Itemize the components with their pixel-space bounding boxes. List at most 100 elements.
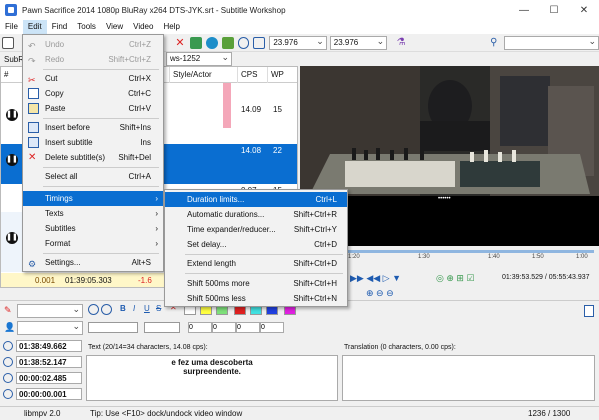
- maximize-button[interactable]: ☐: [539, 0, 569, 20]
- menu-item-cut[interactable]: ✂ Cut Ctrl+X: [23, 71, 163, 86]
- menu-tools[interactable]: Tools: [72, 20, 101, 34]
- clock-icon: [3, 356, 13, 367]
- wp-cell: 22: [273, 146, 282, 155]
- align-buttons[interactable]: [88, 322, 138, 333]
- underline-button[interactable]: U: [144, 304, 150, 313]
- wave-icon[interactable]: [221, 36, 234, 49]
- menu-item-subtitles[interactable]: Subtitles ›: [23, 221, 163, 236]
- nav-next-icon[interactable]: [101, 304, 112, 315]
- flask-icon[interactable]: ⚗: [395, 37, 407, 49]
- menu-item-texts[interactable]: Texts ›: [23, 206, 163, 221]
- edit-panel: ✎ 👤 B I U S ✕ 01:38:49.662 01:38:52.147 …: [0, 300, 599, 406]
- clock-icon: [3, 340, 13, 351]
- duration-value[interactable]: 00:00:02.485: [16, 371, 82, 384]
- menu-item-insert-before[interactable]: Insert before Shift+Ins: [23, 120, 163, 135]
- grid-header-cps[interactable]: CPS: [237, 67, 267, 83]
- new-file-icon[interactable]: [2, 36, 14, 49]
- menu-item-copy[interactable]: Copy Ctrl+C: [23, 86, 163, 101]
- numeric-field[interactable]: [260, 322, 284, 333]
- menu-item-automatic-durations[interactable]: Automatic durations... Shift+Ctrl+R: [165, 207, 347, 222]
- end-time-field[interactable]: 01:38:52.147: [3, 355, 85, 368]
- user-icon[interactable]: 👤: [4, 322, 15, 332]
- clipboard-icon[interactable]: [584, 305, 594, 317]
- menu-video[interactable]: Video: [128, 20, 158, 34]
- subtitle-line-1: e fez uma descoberta: [171, 358, 253, 367]
- menu-item-delete-subtitle[interactable]: ✕ Delete subtitle(s) Shift+Del: [23, 150, 163, 165]
- pause-value[interactable]: 00:00:00.001: [16, 387, 82, 400]
- minimize-button[interactable]: —: [509, 0, 539, 20]
- video-position: 01:39:53.529 / 05:55:43.937: [502, 274, 590, 281]
- timer-icon[interactable]: [237, 36, 250, 49]
- title-bar: Pawn Sacrifice 2014 1080p BluRay x264 DT…: [0, 0, 599, 20]
- strike-button[interactable]: S: [156, 304, 161, 313]
- sync-icon[interactable]: [253, 36, 266, 49]
- nav-prev-icon[interactable]: [88, 304, 99, 315]
- menu-find[interactable]: Find: [47, 20, 73, 34]
- submenu-arrow-icon: ›: [155, 209, 158, 218]
- waveform-icon[interactable]: [205, 36, 218, 49]
- grid-header-style[interactable]: Style/Actor: [169, 67, 223, 83]
- grid-header-num[interactable]: #: [1, 67, 23, 83]
- fps-output-combo[interactable]: 23.976: [329, 35, 388, 50]
- menu-edit[interactable]: Edit: [22, 20, 47, 34]
- sync-buttons[interactable]: ◎ ⊕ ⊞ ☑: [436, 273, 475, 284]
- pen-icon[interactable]: ✎: [4, 305, 14, 315]
- start-time-value[interactable]: 01:38:49.662: [16, 339, 82, 352]
- position-buttons[interactable]: [144, 322, 180, 333]
- timeline-label: 1:50: [532, 254, 544, 260]
- menu-file[interactable]: File: [0, 20, 23, 34]
- menu-bar: File Edit Find Tools View Video Help: [0, 20, 599, 34]
- menu-item-select-all[interactable]: Select all Ctrl+A: [23, 169, 163, 184]
- menu-item-undo[interactable]: ↶ Undo Ctrl+Z: [23, 37, 163, 52]
- close-button[interactable]: ✕: [569, 0, 599, 20]
- numeric-field[interactable]: [188, 322, 212, 333]
- end-time-value[interactable]: 01:38:52.147: [16, 355, 82, 368]
- menu-item-insert-subtitle[interactable]: Insert subtitle Ins: [23, 135, 163, 150]
- style-combo[interactable]: [17, 303, 83, 318]
- bold-button[interactable]: B: [120, 304, 126, 313]
- format-combo[interactable]: SubR: [4, 55, 24, 64]
- fps-input-combo[interactable]: 23.976: [269, 35, 327, 50]
- cps-cell: 14.08: [241, 146, 262, 155]
- italic-button[interactable]: I: [133, 304, 135, 313]
- redo-icon: ↷: [28, 56, 36, 66]
- menu-item-timings[interactable]: Timings ›: [23, 191, 163, 206]
- menu-item-extend-length[interactable]: Extend length Shift+Ctrl+D: [165, 256, 347, 271]
- status-bar: libmpv 2.0 Tip: Use <F10> dock/undock vi…: [0, 406, 599, 420]
- playback-buttons[interactable]: ▶▶ ◀◀ ▷ ▼: [350, 273, 401, 284]
- actor-combo[interactable]: [17, 320, 83, 335]
- delete-icon[interactable]: ✕: [174, 37, 186, 49]
- menu-item-settings[interactable]: ⚙ Settings... Alt+S: [23, 255, 163, 270]
- menu-item-format[interactable]: Format ›: [23, 236, 163, 251]
- video-seek-dots: ••••••: [438, 196, 451, 202]
- menu-item-shift-less[interactable]: Shift 500ms less Shift+Ctrl+N: [165, 291, 347, 306]
- text-label: Text (20/14=34 characters, 14.08 cps):: [88, 344, 208, 351]
- menu-view[interactable]: View: [101, 20, 128, 34]
- menu-item-duration-limits[interactable]: Duration limits... Ctrl+L: [165, 192, 347, 207]
- numeric-field[interactable]: [212, 322, 236, 333]
- translation-text-area[interactable]: [342, 355, 595, 401]
- status-count: 1236 / 1300: [528, 409, 571, 418]
- menu-item-redo[interactable]: ↷ Redo Shift+Ctrl+Z: [23, 52, 163, 67]
- window-title: Pawn Sacrifice 2014 1080p BluRay x264 DT…: [22, 5, 286, 15]
- duration-field[interactable]: 00:00:02.485: [3, 371, 85, 384]
- submenu-arrow-icon: ›: [155, 194, 158, 203]
- subtitle-text-area[interactable]: e fez uma descoberta surpreendente.: [86, 355, 338, 401]
- menu-help[interactable]: Help: [158, 20, 184, 34]
- numeric-field[interactable]: [236, 322, 260, 333]
- encoding-combo[interactable]: ws-1252: [166, 51, 232, 66]
- grid-header-wp[interactable]: WP: [267, 67, 297, 83]
- pause-field[interactable]: 00:00:00.001: [3, 387, 85, 400]
- start-time-field[interactable]: 01:38:49.662: [3, 339, 85, 352]
- search-combo[interactable]: [504, 35, 599, 50]
- menu-item-shift-more[interactable]: Shift 500ms more Shift+Ctrl+H: [165, 276, 347, 291]
- search-icon[interactable]: ⚲: [490, 37, 502, 49]
- menu-item-time-expander[interactable]: Time expander/reducer... Shift+Ctrl+Y: [165, 222, 347, 237]
- menu-item-set-delay[interactable]: Set delay... Ctrl+D: [165, 237, 347, 252]
- submenu-arrow-icon: ›: [155, 224, 158, 233]
- wp-cell: 15: [273, 105, 282, 114]
- menu-item-paste[interactable]: Paste Ctrl+V: [23, 101, 163, 116]
- video-icon[interactable]: [189, 36, 202, 49]
- zoom-buttons[interactable]: ⊕ ⊖ ⊖: [366, 288, 394, 299]
- cut-icon: ✂: [28, 75, 36, 85]
